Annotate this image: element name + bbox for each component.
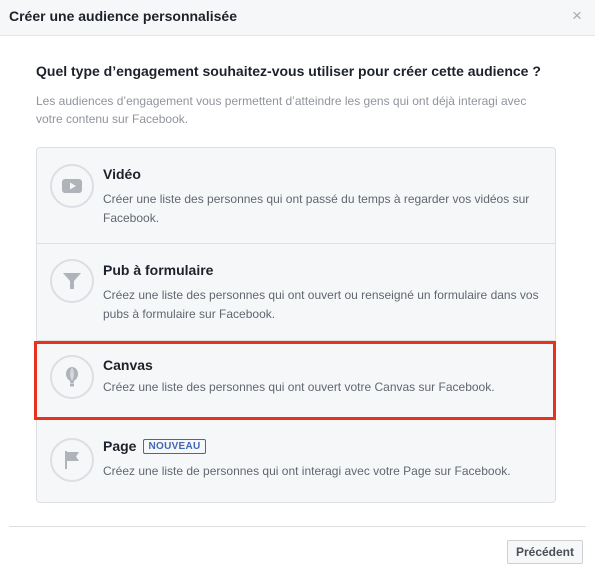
engagement-options-list: Vidéo Créer une liste des personnes qui … [36,147,556,503]
balloon-icon [50,355,94,399]
close-icon[interactable]: × [569,7,585,25]
engagement-description: Les audiences d’engagement vous permette… [36,94,527,126]
video-icon [50,164,94,208]
option-lead-form-description: Créez une liste des personnes qui ont ou… [103,288,539,321]
new-badge: NOUVEAU [143,439,206,454]
previous-button[interactable]: Précédent [507,540,583,564]
option-page-description: Créez une liste de personnes qui ont int… [103,464,511,478]
option-canvas-title: Canvas [103,357,153,373]
option-video[interactable]: Vidéo Créer une liste des personnes qui … [37,148,555,243]
flag-icon [50,438,94,482]
funnel-icon [50,259,94,303]
option-canvas-description: Créez une liste des personnes qui ont ou… [103,380,495,394]
option-video-description: Créer une liste des personnes qui ont pa… [103,192,530,225]
option-lead-form-title: Pub à formulaire [103,262,214,278]
dialog-title: Créer une audience personnalisée [9,8,237,24]
option-video-title: Vidéo [103,166,141,182]
option-page[interactable]: Page NOUVEAU Créez une liste de personnes… [37,419,555,502]
footer-divider [9,526,586,527]
option-page-title-text: Page [103,438,137,454]
dialog-header: Créer une audience personnalisée × [0,0,595,36]
option-lead-form[interactable]: Pub à formulaire Créez une liste des per… [37,243,555,340]
engagement-question: Quel type d’engagement souhaitez-vous ut… [36,63,541,79]
option-canvas[interactable]: Canvas Créez une liste des personnes qui… [37,340,555,419]
option-page-title: Page NOUVEAU [103,438,206,454]
create-custom-audience-dialog: Créer une audience personnalisée × Quel … [0,0,595,574]
